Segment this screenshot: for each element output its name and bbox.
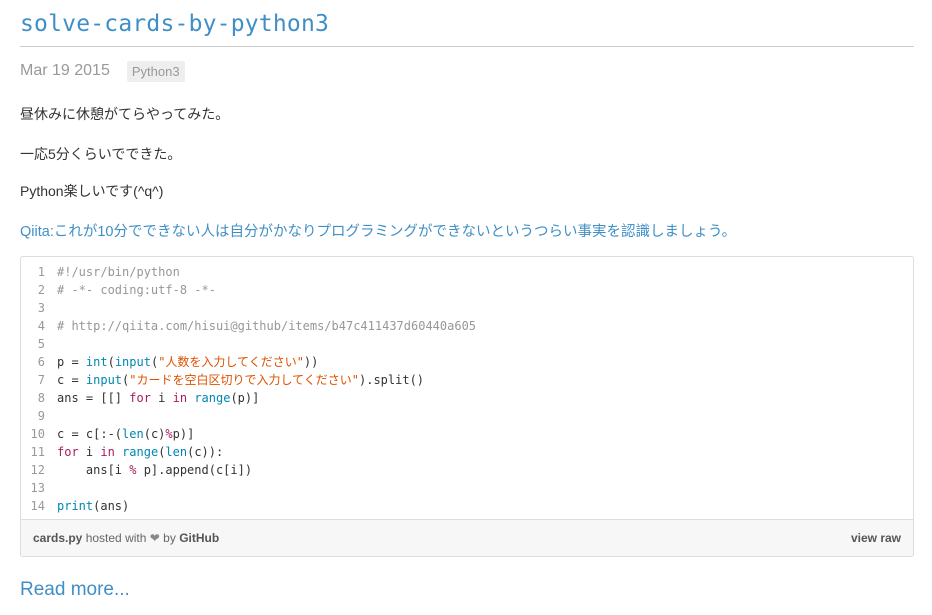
- code-line: 1 #!/usr/bin/python: [21, 263, 913, 281]
- code-line: 2 # -*- coding:utf-8 -*-: [21, 281, 913, 299]
- line-number: 7: [37, 373, 45, 387]
- gist-filename-link[interactable]: cards.py: [33, 531, 82, 545]
- line-code: ans[i % p].append(c[i]): [57, 463, 253, 477]
- code-line: 11 for i in range(len(c)):: [21, 443, 913, 461]
- post-meta: Mar 19 2015 Python3: [20, 60, 914, 82]
- line-code: # -*- coding:utf-8 -*-: [57, 283, 216, 297]
- line-code: ans = [[] for i in range(p)]: [57, 391, 260, 405]
- hosted-with-text: hosted with: [85, 531, 147, 545]
- read-more-link[interactable]: Read more...: [20, 579, 130, 601]
- heart-icon: ❤: [149, 531, 160, 545]
- code-line: 4 # http://qiita.com/hisui@github/items/b…: [21, 317, 913, 335]
- line-code: # http://qiita.com/hisui@github/items/b4…: [57, 319, 477, 333]
- code-line: 7 c = input("カードを空白区切りで入力してください").split(): [21, 371, 913, 389]
- code-line: 3: [21, 299, 913, 317]
- line-number: 4: [37, 319, 45, 333]
- code-line: 9: [21, 407, 913, 425]
- code-line: 13: [21, 479, 913, 497]
- code-line: 5: [21, 335, 913, 353]
- line-number: 2: [37, 283, 45, 297]
- post-title-link[interactable]: solve-cards-by-python3: [20, 8, 914, 40]
- paragraph-1: 昼休みに休憩がてらやってみた。: [20, 106, 230, 122]
- by-text: by: [163, 531, 176, 545]
- view-raw-link[interactable]: view raw: [851, 531, 901, 545]
- line-number: 12: [30, 463, 45, 477]
- line-code: print(ans): [57, 499, 130, 513]
- line-code: for i in range(len(c)):: [57, 445, 224, 459]
- line-code: #!/usr/bin/python: [57, 265, 180, 279]
- post-date: Mar 19 2015: [20, 62, 110, 79]
- line-number: 1: [37, 265, 45, 279]
- paragraph-3: Python楽しいです(^q^): [20, 183, 164, 199]
- line-number: 3: [37, 301, 45, 315]
- qiita-link[interactable]: Qiita:これが10分でできない人は自分がかなりプログラミングができないという…: [20, 220, 736, 241]
- tag-python3[interactable]: Python3: [126, 60, 185, 82]
- code-line: 14 print(ans): [21, 497, 913, 515]
- line-number: 13: [30, 481, 45, 495]
- line-number: 5: [37, 337, 45, 351]
- blog-post: solve-cards-by-python3 Mar 19 2015 Pytho…: [20, 0, 914, 600]
- line-code: c = input("カードを空白区切りで入力してください").split(): [57, 373, 425, 387]
- github-link[interactable]: GitHub: [179, 531, 219, 545]
- code-line: 6 p = int(input("人数を入力してください")): [21, 353, 913, 371]
- line-code: p = int(input("人数を入力してください")): [57, 355, 319, 369]
- code-line: 12 ans[i % p].append(c[i]): [21, 461, 913, 479]
- line-number: 10: [30, 427, 45, 441]
- line-number: 6: [37, 355, 45, 369]
- line-number: 14: [30, 499, 45, 513]
- gist-embed: 1 #!/usr/bin/python 2 # -*- coding:utf-8 -*…: [20, 256, 914, 557]
- line-code: c = c[:-(len(c)%p)]: [57, 427, 195, 441]
- code-block: 1 #!/usr/bin/python 2 # -*- coding:utf-8 -*…: [21, 257, 913, 519]
- code-line: 10 c = c[:-(len(c)%p)]: [21, 425, 913, 443]
- code-line: 8 ans = [[] for i in range(p)]: [21, 389, 913, 407]
- gist-footer: cards.py hosted with ❤ by GitHub view ra…: [21, 519, 913, 556]
- title-divider: [20, 46, 914, 47]
- line-number: 11: [30, 445, 45, 459]
- line-number: 8: [37, 391, 45, 405]
- paragraph-2: 一応5分くらいでできた。: [20, 146, 182, 162]
- line-number: 9: [37, 409, 45, 423]
- gist-meta: cards.py hosted with ❤ by GitHub: [33, 531, 219, 545]
